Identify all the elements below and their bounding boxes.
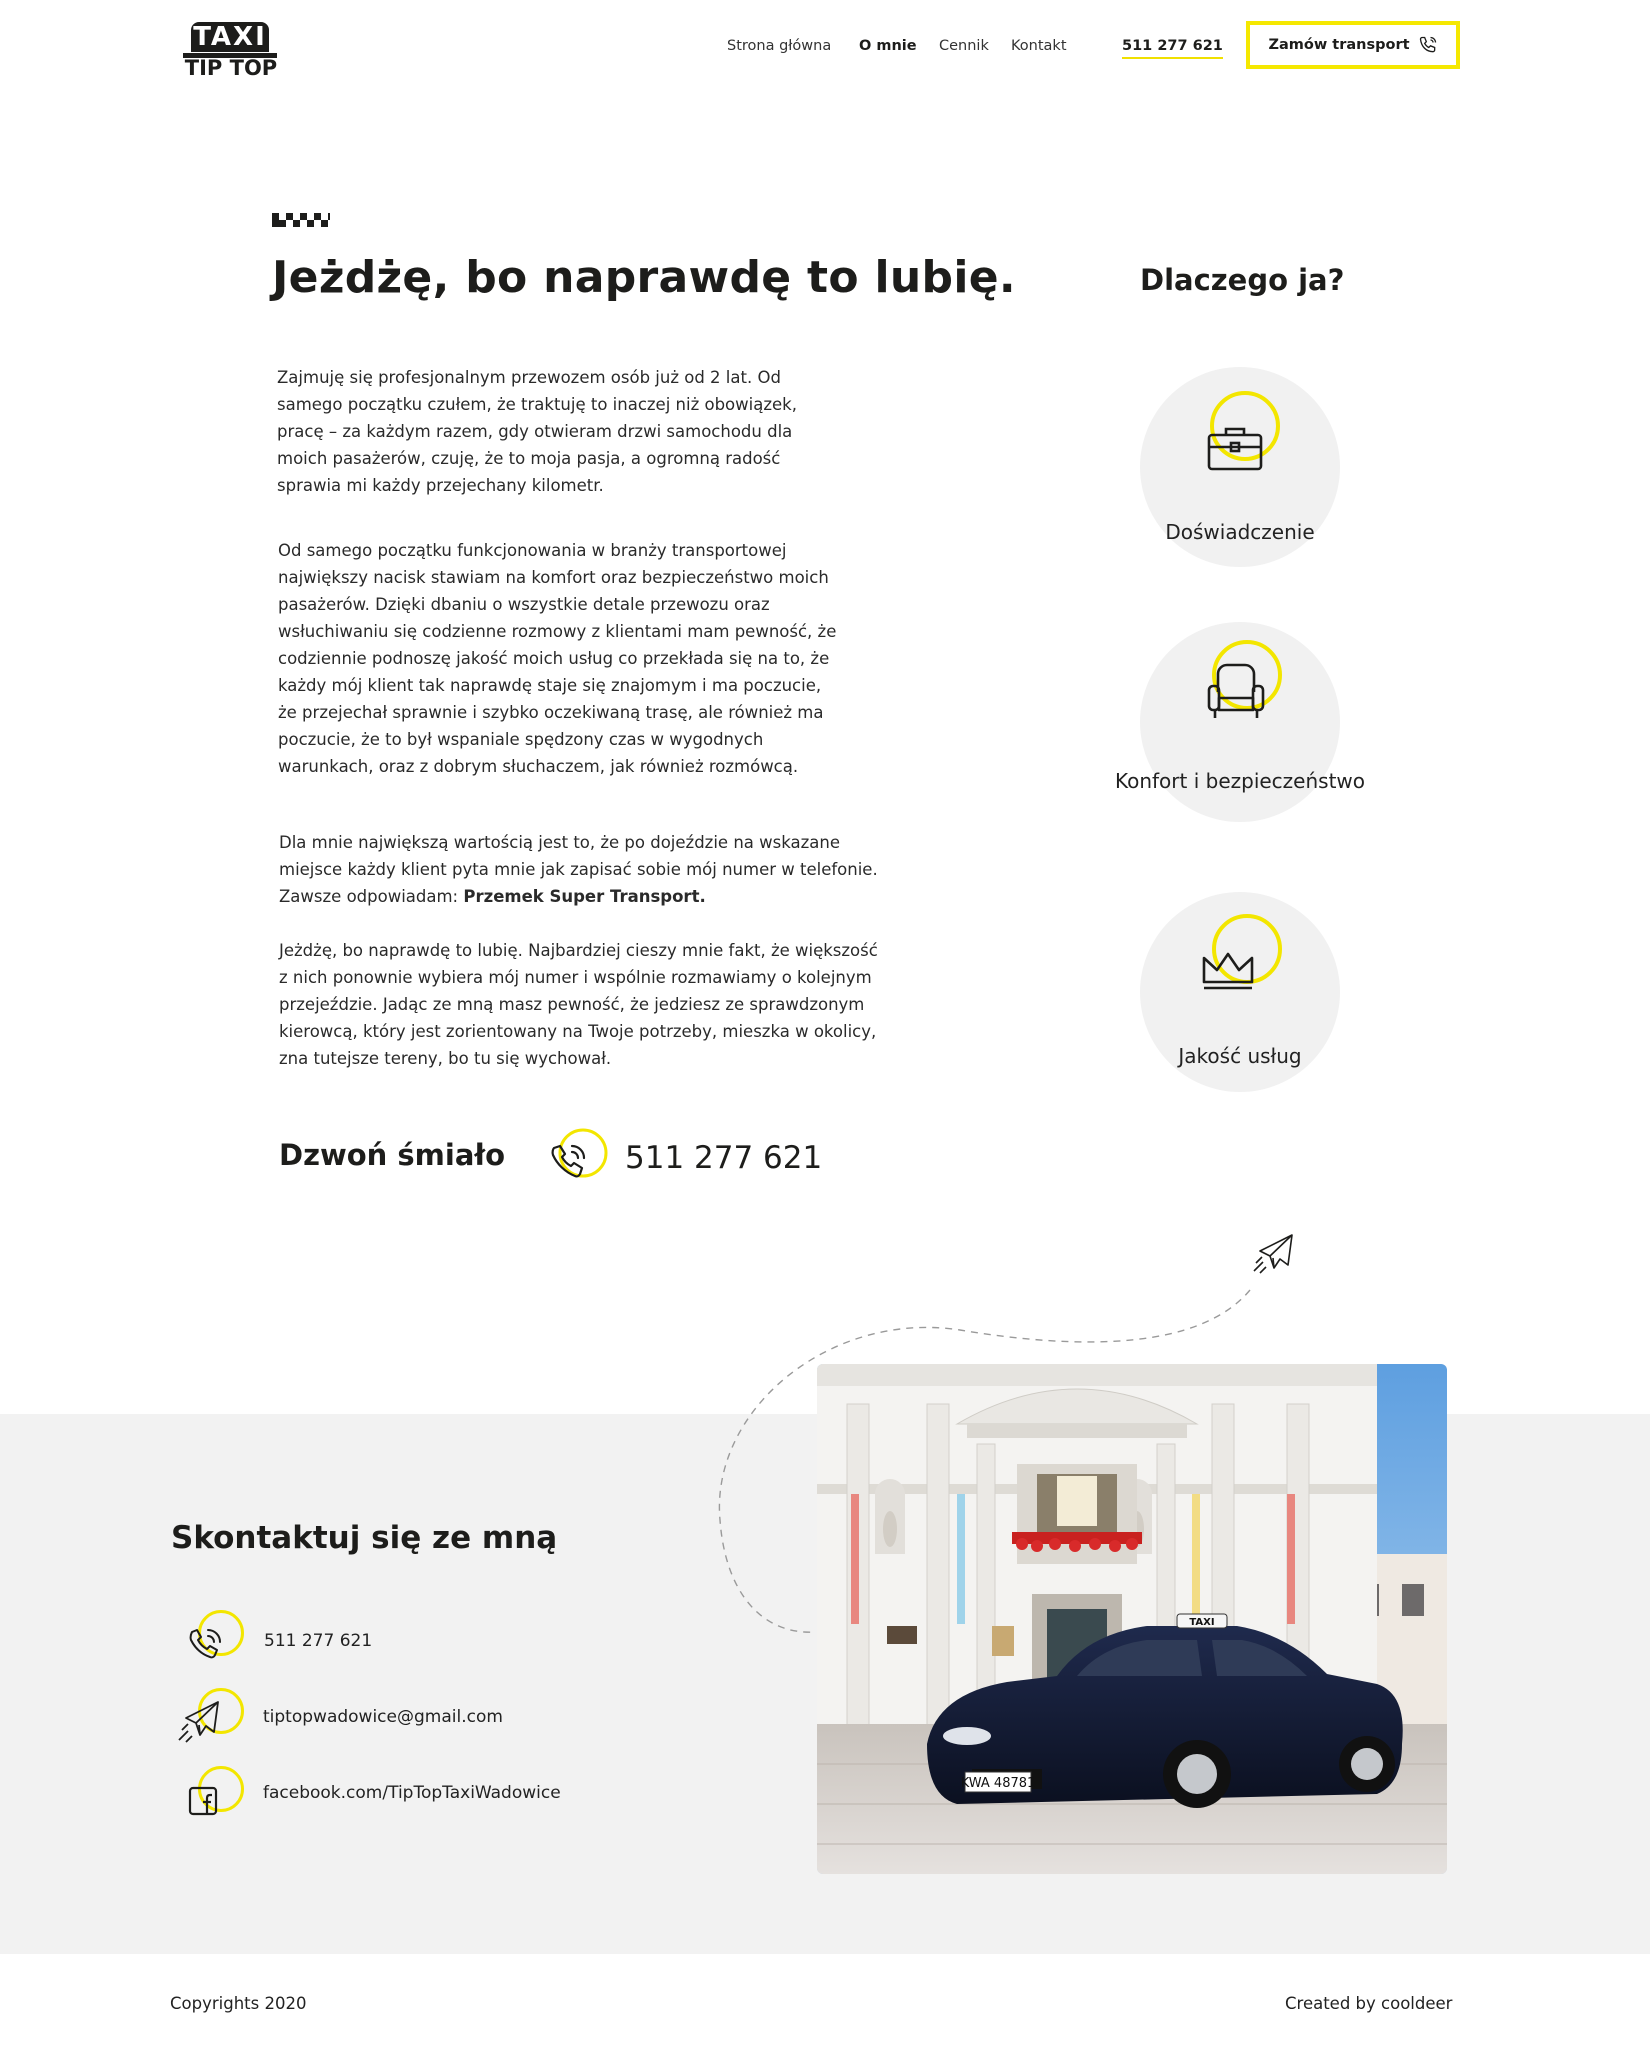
- contact-email-icon-wrap: [178, 1688, 244, 1744]
- page-title: Jeżdżę, bo naprawdę to lubię.: [272, 252, 1016, 303]
- order-transport-button[interactable]: Zamów transport: [1246, 21, 1460, 69]
- header-phone-link[interactable]: 511 277 621: [1122, 38, 1223, 59]
- armchair-icon: [1207, 663, 1265, 718]
- footer-credits[interactable]: Created by cooldeer: [1285, 1994, 1452, 2013]
- nav-item-contact[interactable]: Kontakt: [1011, 38, 1067, 54]
- footer-copyright: Copyrights 2020: [170, 1994, 307, 2013]
- crown-icon: [1202, 952, 1254, 990]
- taxi-roof-sign: TAXI: [1189, 1617, 1214, 1628]
- call-phone-number[interactable]: 511 277 621: [625, 1140, 822, 1176]
- briefcase-icon: [1207, 427, 1263, 471]
- order-button-label: Zamów transport: [1268, 37, 1410, 53]
- about-paragraph-2: Od samego początku funkcjonowania w bran…: [278, 541, 837, 776]
- checker-decoration: [272, 213, 330, 227]
- nav-item-home[interactable]: Strona główna: [727, 38, 831, 54]
- feature-quality-label: Jakość usług: [1178, 1044, 1302, 1068]
- contact-phone[interactable]: 511 277 621: [264, 1631, 372, 1651]
- paper-plane-icon: [1253, 1234, 1293, 1274]
- logo[interactable]: TAXI TIP TOP: [183, 20, 279, 82]
- logo-top-text: TAXI: [191, 22, 269, 52]
- logo-bottom-text: TIP TOP: [184, 56, 278, 80]
- about-paragraph-1: Zajmuję się profesjonalnym przewozem osó…: [277, 368, 797, 495]
- contact-facebook-icon-wrap: [180, 1766, 244, 1822]
- about-paragraph-4: Jeżdżę, bo naprawdę to lubię. Najbardzie…: [279, 941, 878, 1068]
- call-phone-icon[interactable]: [548, 1128, 610, 1186]
- phone-icon: [1419, 36, 1436, 53]
- why-me-title: Dlaczego ja?: [1140, 263, 1345, 297]
- about-paragraph-3: Dla mnie największą wartością jest to, ż…: [279, 829, 879, 910]
- about-paragraph-3-bold: Przemek Super Transport.: [463, 887, 706, 906]
- contact-title: Skontaktuj się ze mną: [171, 1520, 558, 1556]
- paper-plane-icon: [178, 1701, 219, 1743]
- contact-facebook[interactable]: facebook.com/TipTopTaxiWadowice: [263, 1783, 561, 1803]
- taxi-photo: KWA 48781 TAXI: [817, 1364, 1447, 1874]
- phone-icon: [189, 1629, 221, 1659]
- feature-comfort-label: Konfort i bezpieczeństwo: [1114, 769, 1366, 793]
- feature-experience-label: Doświadczenie: [1165, 520, 1315, 544]
- contact-email[interactable]: tiptopwadowice@gmail.com: [263, 1707, 503, 1727]
- nav-item-about[interactable]: O mnie: [859, 38, 917, 54]
- call-label: Dzwoń śmiało: [279, 1138, 506, 1172]
- facebook-icon: [188, 1786, 218, 1816]
- nav-item-pricing[interactable]: Cennik: [939, 38, 989, 54]
- license-plate: KWA 48781: [961, 1776, 1036, 1791]
- contact-phone-icon-wrap: [180, 1610, 244, 1666]
